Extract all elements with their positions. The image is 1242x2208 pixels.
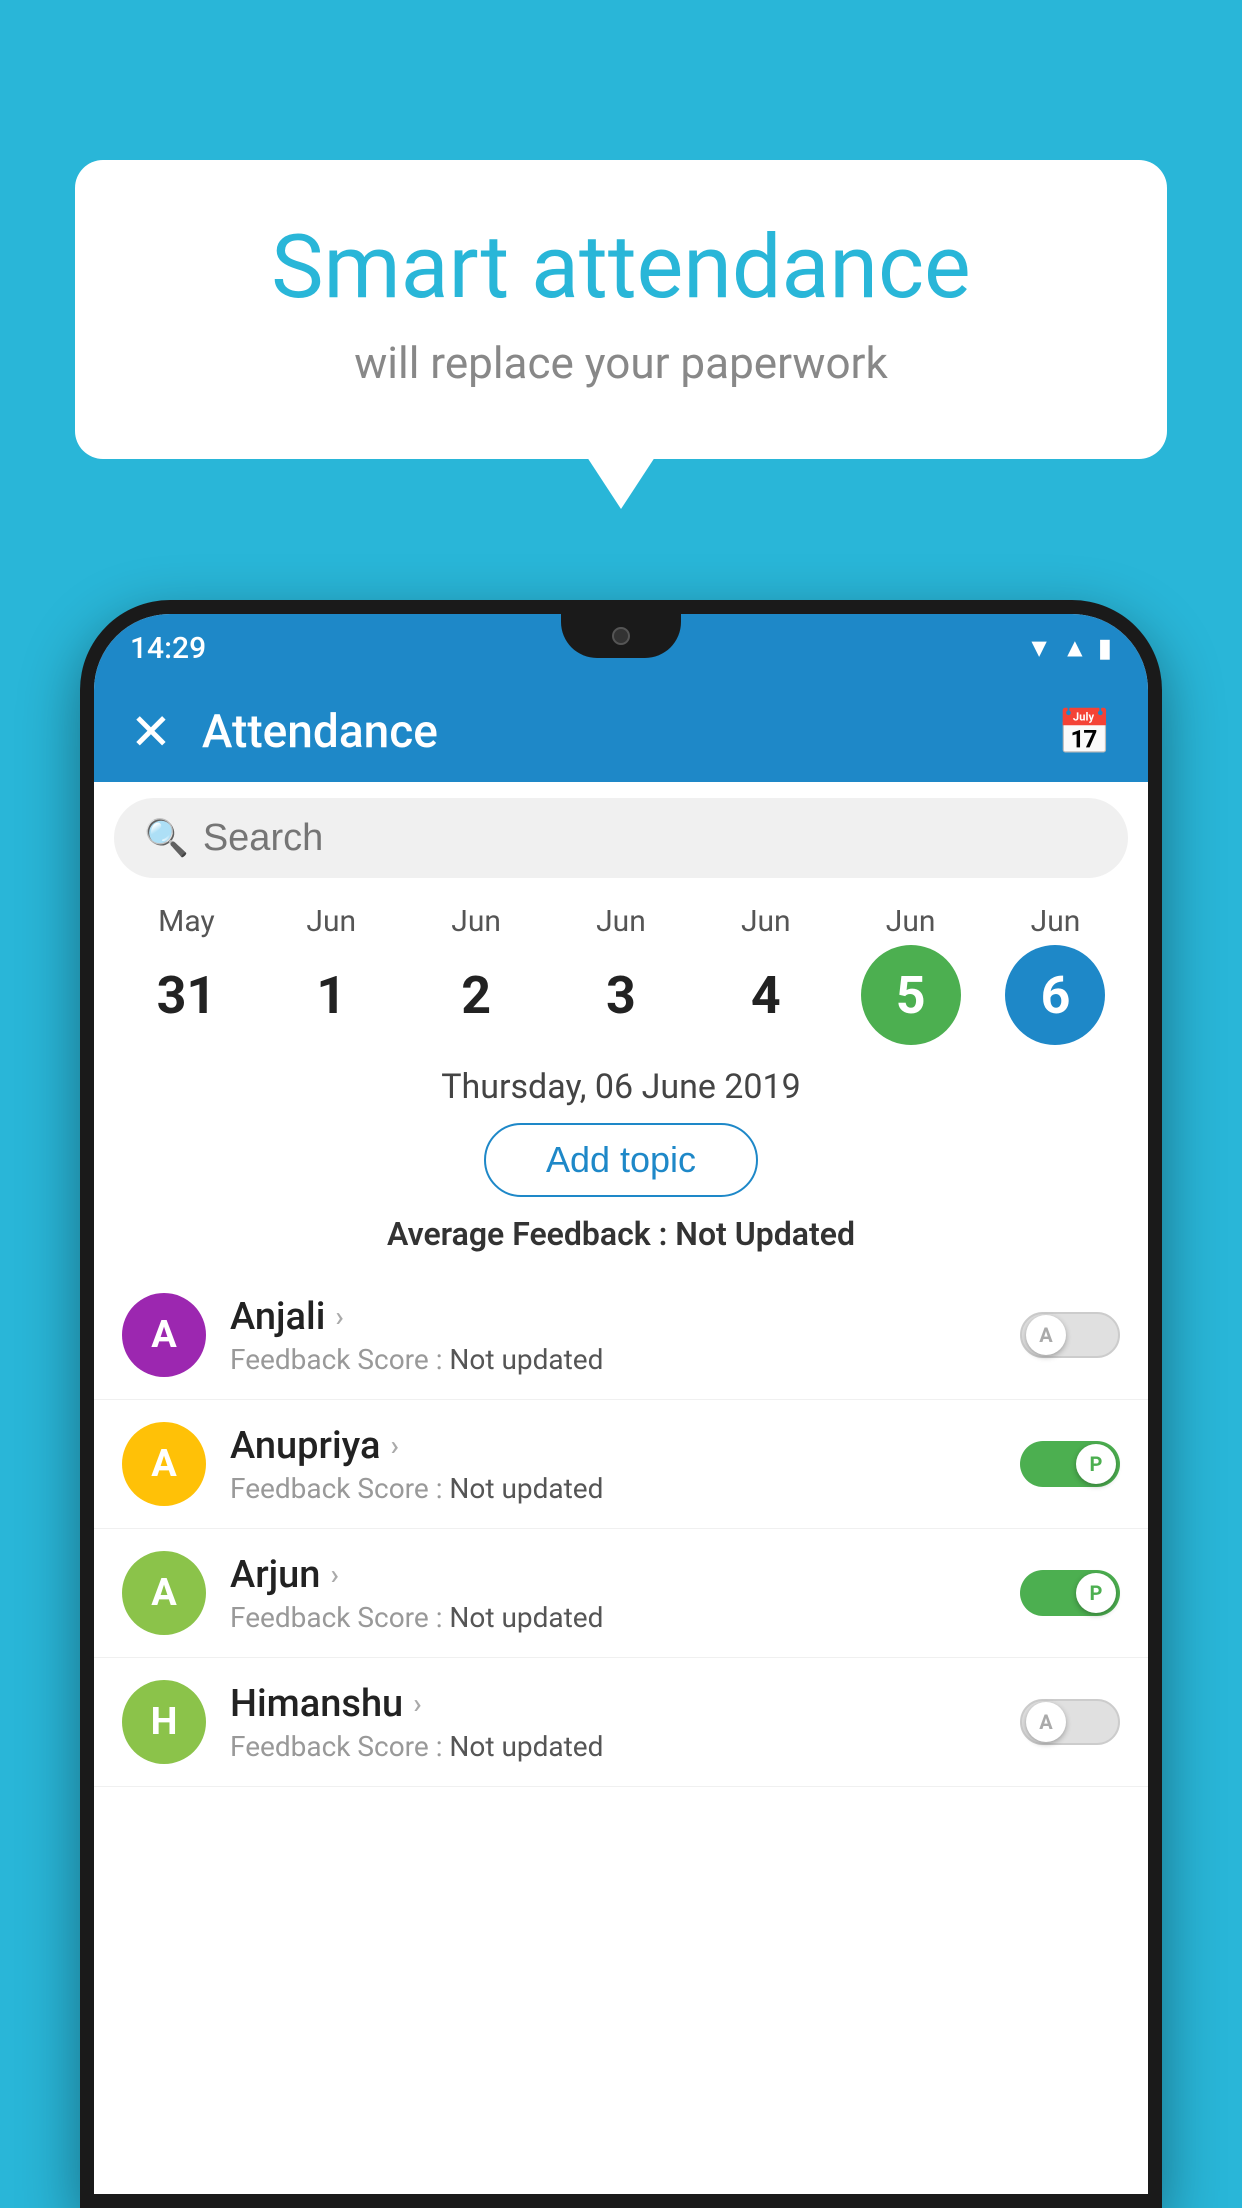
- student-info: Anjali› Feedback Score : Not updated: [230, 1295, 1020, 1376]
- attendance-toggle[interactable]: A: [1020, 1699, 1120, 1745]
- wifi-icon: ▼: [1026, 633, 1052, 664]
- date-number[interactable]: 4: [716, 945, 816, 1045]
- student-item[interactable]: A Anupriya› Feedback Score : Not updated P: [94, 1400, 1148, 1529]
- student-list: AAnjali›Feedback Score : Not updatedAAAn…: [94, 1271, 1148, 1787]
- student-name: Anjali›: [230, 1295, 1020, 1339]
- date-item[interactable]: Jun 4: [701, 904, 831, 1045]
- front-camera: [612, 627, 630, 645]
- speech-bubble: Smart attendance will replace your paper…: [75, 160, 1167, 459]
- student-info: Himanshu› Feedback Score : Not updated: [230, 1682, 1020, 1763]
- date-number[interactable]: 6: [1005, 945, 1105, 1045]
- status-time: 14:29: [130, 631, 206, 666]
- date-strip: May 31 Jun 1 Jun 2 Jun 3 Jun 4 Jun 5 Jun 6: [94, 894, 1148, 1045]
- attendance-toggle[interactable]: P: [1020, 1570, 1120, 1616]
- calendar-icon[interactable]: 📅: [1057, 706, 1112, 758]
- student-info: Arjun› Feedback Score : Not updated: [230, 1553, 1020, 1634]
- date-item[interactable]: Jun 6: [990, 904, 1120, 1045]
- student-item[interactable]: H Himanshu› Feedback Score : Not updatedA: [94, 1658, 1148, 1787]
- status-bar: 14:29 ▼ ▲ ▮: [94, 614, 1148, 682]
- phone-frame: 14:29 ▼ ▲ ▮ ✕ Attendance 📅 🔍 May31Jun1Ju…: [80, 600, 1162, 2208]
- date-item[interactable]: May 31: [121, 904, 251, 1045]
- close-button[interactable]: ✕: [130, 703, 172, 762]
- battery-icon: ▮: [1098, 633, 1112, 663]
- selected-date-label: Thursday, 06 June 2019: [94, 1045, 1148, 1123]
- phone-screen: 14:29 ▼ ▲ ▮ ✕ Attendance 📅 🔍 May31Jun1Ju…: [94, 614, 1148, 2194]
- notch: [561, 614, 681, 658]
- student-item[interactable]: AAnjali›Feedback Score : Not updatedA: [94, 1271, 1148, 1400]
- date-month: Jun: [451, 904, 501, 939]
- toggle-knob: A: [1026, 1315, 1066, 1355]
- toggle-knob: P: [1076, 1573, 1116, 1613]
- toggle-knob: P: [1076, 1444, 1116, 1484]
- app-bar: ✕ Attendance 📅: [94, 682, 1148, 782]
- student-feedback: Feedback Score : Not updated: [230, 1601, 1020, 1634]
- avatar: A: [122, 1422, 206, 1506]
- date-item[interactable]: Jun 2: [411, 904, 541, 1045]
- student-info: Anupriya› Feedback Score : Not updated: [230, 1424, 1020, 1505]
- chevron-icon: ›: [413, 1687, 421, 1720]
- student-name: Arjun›: [230, 1553, 1020, 1597]
- chevron-icon: ›: [335, 1300, 343, 1333]
- avg-feedback-label: Average Feedback :: [387, 1215, 667, 1253]
- avatar: A: [122, 1293, 206, 1377]
- speech-bubble-subtext: will replace your paperwork: [125, 337, 1117, 389]
- date-number[interactable]: 31: [136, 945, 236, 1045]
- student-feedback: Feedback Score : Not updated: [230, 1472, 1020, 1505]
- date-month: Jun: [886, 904, 936, 939]
- app-title: Attendance: [202, 705, 1057, 759]
- avatar: A: [122, 1551, 206, 1635]
- toggle-knob: A: [1026, 1702, 1066, 1742]
- date-item[interactable]: Jun 3: [556, 904, 686, 1045]
- avg-feedback: Average Feedback : Not Updated: [94, 1197, 1148, 1271]
- search-icon: 🔍: [144, 817, 189, 859]
- student-name: Anupriya›: [230, 1424, 1020, 1468]
- date-month: Jun: [1031, 904, 1081, 939]
- attendance-toggle[interactable]: A: [1020, 1312, 1120, 1358]
- date-month: Jun: [741, 904, 791, 939]
- date-month: Jun: [306, 904, 356, 939]
- date-item[interactable]: Jun 1: [266, 904, 396, 1045]
- date-number[interactable]: 1: [281, 945, 381, 1045]
- avg-feedback-value: Not Updated: [675, 1215, 855, 1253]
- date-month: May: [158, 904, 214, 939]
- signal-icon: ▲: [1062, 633, 1088, 664]
- search-input[interactable]: [203, 817, 1098, 860]
- status-icons: ▼ ▲ ▮: [1026, 633, 1112, 664]
- avatar: H: [122, 1680, 206, 1764]
- date-month: Jun: [596, 904, 646, 939]
- student-item[interactable]: A Arjun› Feedback Score : Not updated P: [94, 1529, 1148, 1658]
- attendance-toggle[interactable]: P: [1020, 1441, 1120, 1487]
- speech-bubble-heading: Smart attendance: [125, 220, 1117, 317]
- date-item[interactable]: Jun 5: [846, 904, 976, 1045]
- chevron-icon: ›: [390, 1429, 398, 1462]
- student-name: Himanshu›: [230, 1682, 1020, 1726]
- search-bar[interactable]: 🔍: [114, 798, 1128, 878]
- date-number[interactable]: 5: [861, 945, 961, 1045]
- date-number[interactable]: 3: [571, 945, 671, 1045]
- student-feedback: Feedback Score : Not updated: [230, 1343, 1020, 1376]
- student-feedback: Feedback Score : Not updated: [230, 1730, 1020, 1763]
- chevron-icon: ›: [330, 1558, 338, 1591]
- date-number[interactable]: 2: [426, 945, 526, 1045]
- add-topic-button[interactable]: Add topic: [484, 1123, 758, 1197]
